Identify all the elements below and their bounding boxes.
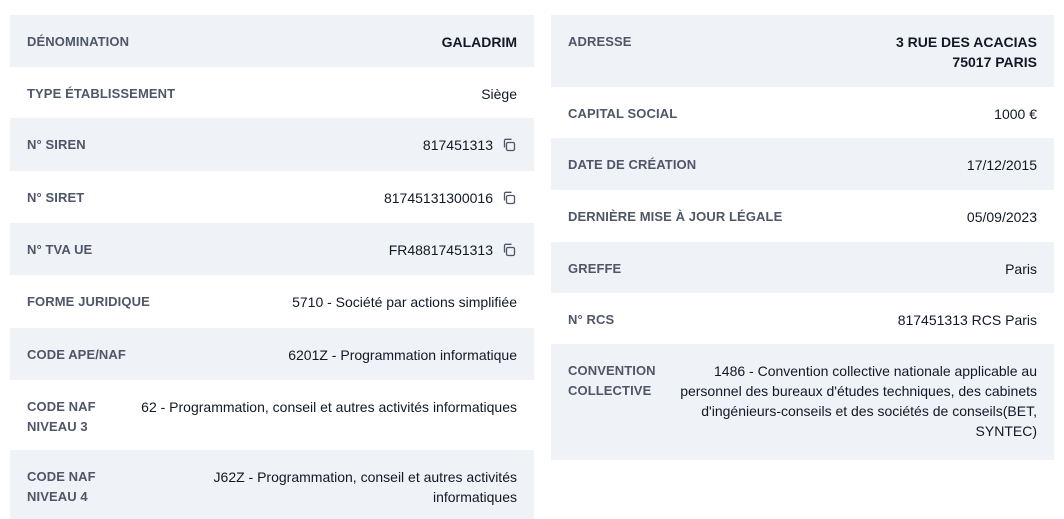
- info-label: ADRESSE: [568, 34, 632, 49]
- info-row-adresse: ADRESSE 3 RUE DES ACACIAS 75017 PARIS: [551, 15, 1054, 87]
- type-etablissement-value: Siège: [481, 86, 517, 102]
- tva-value: FR48817451313: [388, 242, 493, 258]
- copy-icon[interactable]: [501, 190, 517, 206]
- adresse-value: 3 RUE DES ACACIAS 75017 PARIS: [895, 34, 1037, 70]
- convention-collective-value: 1486 - Convention collective nationale a…: [680, 363, 1037, 439]
- info-value: 5710 - Société par actions simplifiée: [150, 292, 517, 312]
- company-info-right-column: ADRESSE 3 RUE DES ACACIAS 75017 PARIS CA…: [551, 15, 1054, 460]
- info-label: TYPE ÉTABLISSEMENT: [27, 86, 176, 101]
- info-label: N° SIRET: [27, 190, 85, 205]
- info-label: FORME JURIDIQUE: [27, 294, 150, 309]
- info-label: N° RCS: [568, 312, 615, 327]
- info-label: CODE APE/NAF: [27, 347, 126, 362]
- info-label: CODE NAF NIVEAU 3: [27, 399, 96, 434]
- info-row-denomination: DÉNOMINATION GALADRIM: [10, 15, 534, 67]
- info-value: FR48817451313: [92, 240, 517, 260]
- info-value: 6201Z - Programmation informatique: [126, 345, 517, 365]
- code-ape-value: 6201Z - Programmation informatique: [288, 347, 517, 363]
- info-label: GREFFE: [568, 261, 622, 276]
- info-row-forme-juridique: FORME JURIDIQUE 5710 - Société par actio…: [10, 275, 534, 328]
- info-value: 05/09/2023: [782, 207, 1037, 227]
- copy-icon[interactable]: [501, 137, 517, 153]
- info-label: DATE DE CRÉATION: [568, 157, 697, 172]
- info-value: Paris: [621, 259, 1037, 279]
- info-label: CONVENTION COLLECTIVE: [568, 363, 656, 398]
- copy-icon[interactable]: [501, 242, 517, 258]
- info-row-tva: N° TVA UE FR48817451313: [10, 223, 534, 275]
- info-label: DÉNOMINATION: [27, 34, 130, 49]
- info-row-convention-collective: CONVENTION COLLECTIVE 1486 - Convention …: [551, 344, 1054, 460]
- info-value: J62Z - Programmation, conseil et autres …: [137, 467, 517, 507]
- rcs-value: 817451313 RCS Paris: [897, 312, 1037, 328]
- mise-a-jour-value: 05/09/2023: [966, 209, 1037, 225]
- info-value: 81745131300016: [84, 188, 517, 208]
- info-row-capital-social: CAPITAL SOCIAL 1000 €: [551, 87, 1054, 138]
- info-value: 62 - Programmation, conseil et autres ac…: [137, 397, 517, 417]
- info-value: 1000 €: [677, 104, 1037, 124]
- siren-value: 817451313: [422, 137, 493, 153]
- naf-niveau-4-value: J62Z - Programmation, conseil et autres …: [213, 469, 517, 505]
- info-label: N° TVA UE: [27, 242, 93, 257]
- info-row-code-ape: CODE APE/NAF 6201Z - Programmation infor…: [10, 328, 534, 380]
- info-row-rcs: N° RCS 817451313 RCS Paris: [551, 293, 1054, 344]
- info-value: GALADRIM: [129, 32, 517, 52]
- capital-social-value: 1000 €: [994, 106, 1037, 122]
- greffe-value: Paris: [1005, 261, 1037, 277]
- info-row-mise-a-jour: DERNIÈRE MISE À JOUR LÉGALE 05/09/2023: [551, 190, 1054, 242]
- info-row-greffe: GREFFE Paris: [551, 242, 1054, 293]
- info-label: CAPITAL SOCIAL: [568, 106, 678, 121]
- info-value: 17/12/2015: [696, 155, 1037, 175]
- company-info-left-column: DÉNOMINATION GALADRIM TYPE ÉTABLISSEMENT…: [10, 15, 534, 519]
- info-row-date-creation: DATE DE CRÉATION 17/12/2015: [551, 138, 1054, 190]
- naf-niveau-3-value: 62 - Programmation, conseil et autres ac…: [141, 399, 517, 415]
- info-value: 1486 - Convention collective nationale a…: [668, 361, 1037, 441]
- info-row-naf-niveau-3: CODE NAF NIVEAU 3 62 - Programmation, co…: [10, 380, 534, 450]
- date-creation-value: 17/12/2015: [966, 157, 1037, 173]
- info-label: CODE NAF NIVEAU 4: [27, 469, 96, 504]
- info-row-type-etablissement: TYPE ÉTABLISSEMENT Siège: [10, 67, 534, 118]
- forme-juridique-value: 5710 - Société par actions simplifiée: [292, 294, 517, 310]
- info-value: Siège: [175, 84, 517, 104]
- info-row-siren: N° SIREN 817451313: [10, 118, 534, 171]
- info-label: N° SIREN: [27, 137, 86, 152]
- info-value: 817451313 RCS Paris: [614, 310, 1037, 330]
- info-value: 3 RUE DES ACACIAS 75017 PARIS: [632, 32, 1037, 72]
- info-row-siret: N° SIRET 81745131300016: [10, 171, 534, 223]
- denomination-value: GALADRIM: [441, 34, 517, 50]
- info-value: 817451313: [86, 135, 517, 155]
- info-label: DERNIÈRE MISE À JOUR LÉGALE: [568, 209, 783, 224]
- siret-value: 81745131300016: [383, 190, 493, 206]
